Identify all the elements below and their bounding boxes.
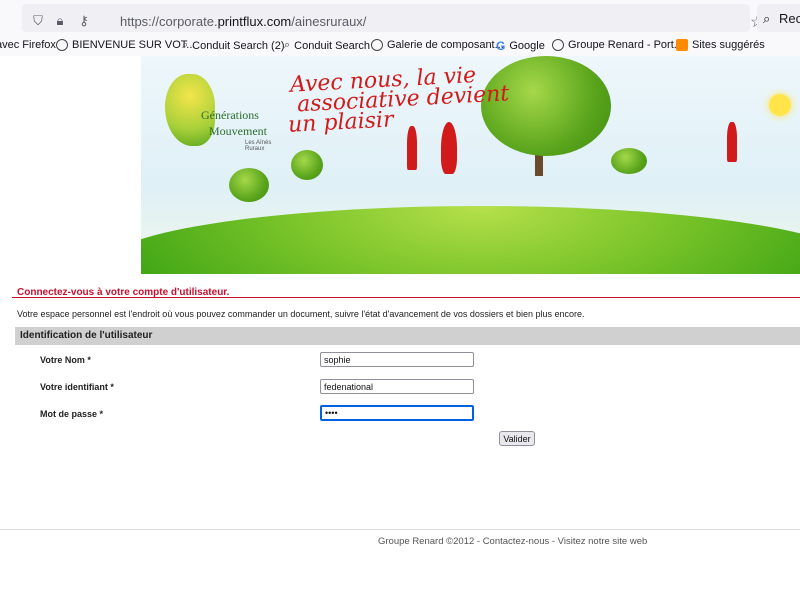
password-label: Mot de passe * bbox=[40, 409, 104, 419]
bookmark-label: Conduit Search bbox=[294, 39, 370, 52]
bookmark-item[interactable]: Groupe Renard - Port... bbox=[552, 39, 683, 51]
intro-text: Votre espace personnel est l'endroit où … bbox=[17, 309, 585, 319]
bookmark-item[interactable]: Sites suggérés bbox=[676, 39, 765, 51]
bookmark-item[interactable]: G Google bbox=[496, 39, 545, 53]
search-icon: ⌕ bbox=[763, 11, 771, 26]
name-label: Votre Nom * bbox=[40, 355, 91, 365]
logo[interactable]: Générations Mouvement Les Aînés Ruraux bbox=[157, 66, 281, 156]
shield-icon[interactable]: ⛉ bbox=[30, 13, 46, 29]
footer-text: Groupe Renard ©2012 - Contactez-nous - V… bbox=[378, 536, 648, 547]
bookmark-label: Sites suggérés bbox=[692, 39, 765, 51]
bookmark-label: Groupe Renard - Port... bbox=[568, 39, 683, 51]
lock-icon[interactable]: 🔒︎ bbox=[52, 13, 68, 29]
person-illustration bbox=[441, 122, 457, 174]
tree-illustration bbox=[229, 168, 269, 202]
logo-text: Générations bbox=[201, 108, 259, 122]
search-icon: ⌕ bbox=[182, 39, 189, 51]
person-illustration bbox=[407, 126, 417, 170]
tree-illustration bbox=[291, 150, 323, 180]
section-header: Identification de l'utilisateur bbox=[15, 327, 800, 345]
footer-divider bbox=[0, 529, 800, 530]
submit-button[interactable]: Valider bbox=[499, 431, 535, 446]
bookmark-item[interactable]: avec Firefox bbox=[0, 39, 56, 51]
bookmark-item[interactable]: Galerie de composant... bbox=[371, 39, 504, 51]
url-path: /ainesruraux/ bbox=[291, 14, 367, 29]
banner-slogan: Avec nous, la vie associative devient un… bbox=[288, 63, 511, 138]
login-label: Votre identifiant * bbox=[40, 382, 114, 392]
password-field[interactable] bbox=[320, 405, 474, 421]
suggested-icon bbox=[676, 39, 688, 51]
url-prefix: https://corporate. bbox=[120, 14, 218, 29]
person-illustration bbox=[727, 122, 737, 162]
sun-illustration bbox=[769, 94, 791, 116]
url-bar[interactable]: ⛉ 🔒︎ ⚷ https://corporate.printflux.com/a… bbox=[22, 4, 764, 32]
browser-search-box[interactable]: ⌕ Rech bbox=[757, 4, 800, 32]
url-domain: printflux.com bbox=[217, 14, 292, 29]
divider bbox=[12, 297, 800, 298]
key-icon[interactable]: ⚷ bbox=[76, 13, 92, 29]
bookmark-label: Google bbox=[509, 40, 545, 52]
globe-icon bbox=[56, 39, 68, 51]
name-field[interactable] bbox=[320, 352, 474, 367]
bookmark-item[interactable]: ⌕ Conduit Search bbox=[284, 39, 370, 52]
tree-illustration bbox=[611, 148, 647, 174]
header-banner: Générations Mouvement Les Aînés Ruraux A… bbox=[141, 56, 800, 274]
section-title: Identification de l'utilisateur bbox=[20, 330, 153, 341]
globe-icon bbox=[371, 39, 383, 51]
search-icon: ⌕ bbox=[284, 39, 291, 51]
browser-toolbar: ⛉ 🔒︎ ⚷ https://corporate.printflux.com/a… bbox=[0, 0, 800, 37]
google-icon: G bbox=[496, 39, 506, 53]
logo-text: Mouvement bbox=[209, 124, 267, 138]
login-field[interactable] bbox=[320, 379, 474, 394]
logo-subtext: Les Aînés Ruraux bbox=[245, 140, 272, 152]
bookmark-label: Conduit Search (2) bbox=[192, 39, 285, 52]
bookmark-label: avec Firefox bbox=[0, 39, 56, 51]
bookmark-label: Galerie de composant... bbox=[387, 39, 504, 51]
bookmark-label: BIENVENUE SUR VOT... bbox=[72, 39, 196, 51]
bookmark-item[interactable]: ⌕ Conduit Search (2) bbox=[182, 39, 285, 52]
bookmarks-bar: avec Firefox BIENVENUE SUR VOT... ⌕ Condu… bbox=[0, 36, 800, 56]
globe-icon bbox=[552, 39, 564, 51]
url-text[interactable]: https://corporate.printflux.com/ainesrur… bbox=[120, 14, 366, 29]
search-placeholder: Rech bbox=[779, 11, 800, 26]
bookmark-item[interactable]: BIENVENUE SUR VOT... bbox=[56, 39, 195, 51]
